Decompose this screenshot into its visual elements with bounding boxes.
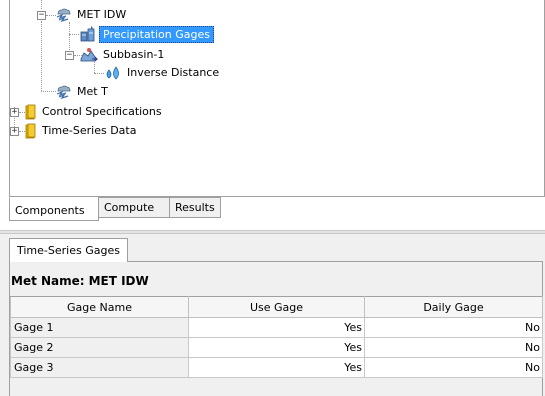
tree-node-label: MET IDW [77,8,127,21]
met-name-row: Met Name: MET IDW [11,272,149,290]
tree-node-label: Control Specifications [42,105,162,118]
daily-gage-cell[interactable]: No [364,357,543,378]
column-header-gage-name[interactable]: Gage Name [10,296,189,318]
gage-name-cell: Gage 1 [10,317,189,338]
tree-node-time-series-data[interactable]: Time-Series Data [25,122,139,140]
tree-node-control-specifications[interactable]: Control Specifications [25,103,165,121]
gage-name-cell: Gage 3 [10,357,189,378]
collapse-toggle-subbasin[interactable]: − [65,51,74,60]
tree-node-label: Subbasin-1 [103,48,165,61]
tree-guide-line [94,73,104,74]
column-header-daily-gage[interactable]: Daily Gage [364,296,543,318]
expand-toggle-control-specifications[interactable]: + [10,108,19,117]
tree-node-label: Time-Series Data [42,124,137,137]
column-header-use-gage[interactable]: Use Gage [188,296,365,318]
tree-node-subbasin-1[interactable]: Subbasin-1 [80,46,167,64]
table-header-row: Gage Name Use Gage Daily Gage [10,296,543,318]
tree-guide-line [41,0,42,9]
tree-node-label: Precipitation Gages [99,25,214,43]
tab-results[interactable]: Results [169,197,221,218]
component-tabs: Components Compute Results [9,197,543,221]
tree-node-label: Inverse Distance [127,66,220,79]
table-row: Gage 3 Yes No [10,357,543,378]
use-gage-cell[interactable]: Yes [188,317,365,338]
subbasin-icon [80,47,98,63]
tab-compute[interactable]: Compute [98,197,170,218]
met-name-value: MET IDW [88,274,149,288]
gage-name-cell: Gage 2 [10,337,189,358]
met-name-label: Met Name: [11,274,85,288]
tree-guide-line [69,34,79,35]
daily-gage-cell[interactable]: No [364,317,543,338]
tree-node-label: Met T [77,85,108,98]
water-drops-icon [104,65,122,81]
meteorologic-model-icon [54,7,72,23]
use-gage-cell[interactable]: Yes [188,337,365,358]
folder-icon [25,123,37,139]
tree-guide-line [41,21,42,91]
folder-icon [25,104,37,120]
meteorologic-model-icon [54,84,72,100]
table-row: Gage 2 Yes No [10,337,543,358]
tree-node-met-t[interactable]: Met T [54,83,111,101]
tree-node-inverse-distance[interactable]: Inverse Distance [104,64,222,82]
gages-table: Gage Name Use Gage Daily Gage Gage 1 Yes… [10,296,543,378]
tree-node-precipitation-gages[interactable]: Precipitation Gages [79,25,214,43]
daily-gage-cell[interactable]: No [364,337,543,358]
use-gage-cell[interactable]: Yes [188,357,365,378]
tree-node-met-idw[interactable]: MET IDW [54,6,129,24]
collapse-toggle-met-idw[interactable]: − [37,11,46,20]
expand-toggle-time-series-data[interactable]: + [10,127,19,136]
tab-components[interactable]: Components [9,197,99,221]
precipitation-gages-icon [79,26,97,42]
tab-time-series-gages[interactable]: Time-Series Gages [9,238,128,262]
table-row: Gage 1 Yes No [10,317,543,338]
component-tree[interactable]: − − + + MET IDW Precipitation Gages Subb… [9,0,545,197]
